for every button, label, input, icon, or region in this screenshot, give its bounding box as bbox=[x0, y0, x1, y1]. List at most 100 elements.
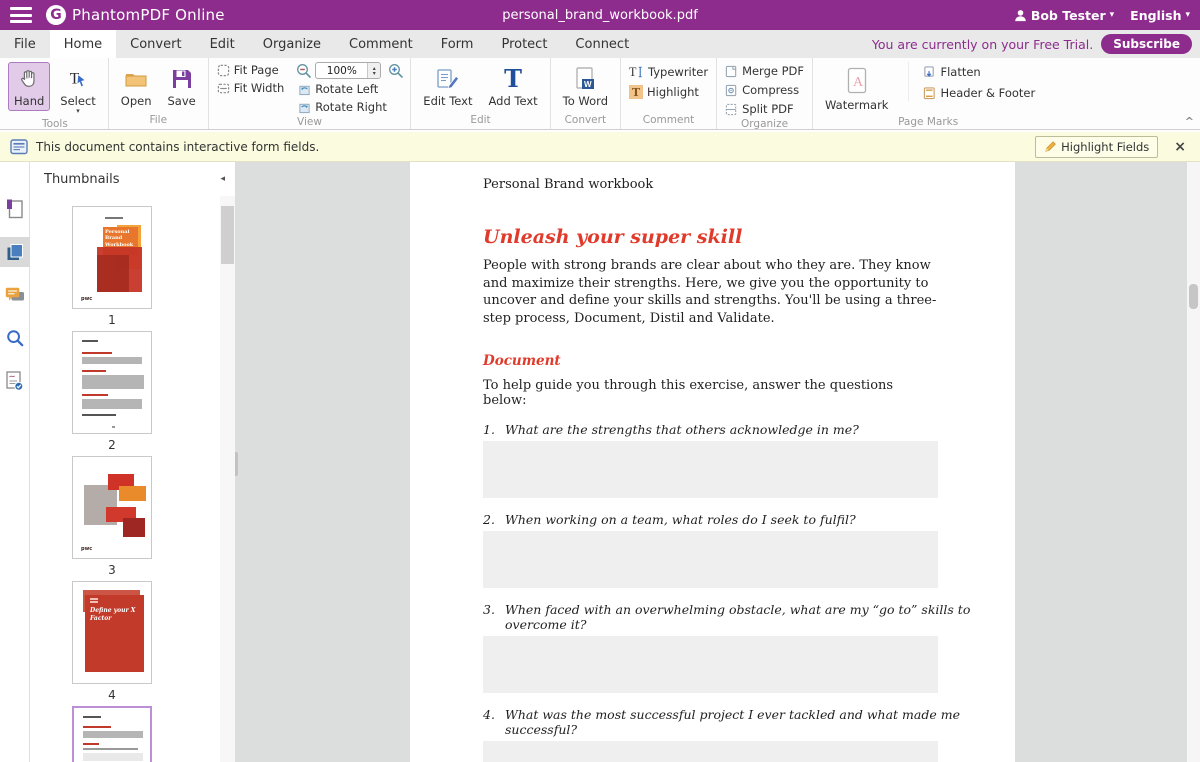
split-pdf-button[interactable]: Split PDF bbox=[723, 101, 806, 117]
zoom-in-icon[interactable] bbox=[388, 63, 404, 79]
flatten-button[interactable]: Flatten bbox=[921, 64, 1037, 80]
zoom-level-select[interactable]: 100% ▴▾ bbox=[315, 62, 381, 79]
tab-organize[interactable]: Organize bbox=[249, 30, 335, 58]
thumbnails-panel-title: Thumbnails bbox=[44, 172, 120, 187]
user-icon bbox=[1014, 9, 1027, 22]
group-label-organize: Organize bbox=[723, 117, 806, 133]
subscribe-button[interactable]: Subscribe bbox=[1101, 34, 1192, 54]
form-field-answer-2[interactable] bbox=[483, 531, 938, 588]
question-2-text: When working on a team, what roles do I … bbox=[505, 512, 856, 527]
user-menu[interactable]: Bob Tester ▾ bbox=[1014, 8, 1114, 23]
tab-home[interactable]: Home bbox=[50, 30, 116, 58]
menu-bar: File Home Convert Edit Organize Comment … bbox=[0, 30, 1200, 58]
section-heading: Document bbox=[483, 353, 940, 369]
thumbnails-panel-button[interactable] bbox=[0, 237, 30, 267]
thumbnail-page-5-image[interactable] bbox=[72, 706, 152, 762]
split-pdf-icon bbox=[725, 103, 738, 116]
form-fields-notification-bar: This document contains interactive form … bbox=[0, 132, 1200, 162]
rotate-right-button[interactable]: Rotate Right bbox=[296, 99, 404, 115]
thumbnail-page-4: Define your X Factor 4 bbox=[72, 581, 152, 706]
highlight-fields-button[interactable]: Highlight Fields bbox=[1035, 136, 1158, 158]
bookmarks-panel-button[interactable] bbox=[0, 194, 30, 224]
compress-button[interactable]: Compress bbox=[723, 82, 806, 98]
thumbnails-scrollbar-thumb[interactable] bbox=[221, 206, 234, 264]
select-dropdown-caret-icon[interactable]: ▾ bbox=[76, 108, 80, 114]
thumbnail-page-5 bbox=[72, 706, 152, 762]
highlight-button[interactable]: T Highlight bbox=[627, 84, 710, 100]
thumbnail-page-1-image[interactable]: Personal Brand Workbook pwc bbox=[72, 206, 152, 309]
document-scrollbar[interactable] bbox=[1187, 162, 1200, 762]
group-comment: T Typewriter T Highlight Comment bbox=[621, 58, 717, 129]
trial-status-text: You are currently on your Free Trial. bbox=[872, 37, 1093, 52]
thumbnail-page-4-number: 4 bbox=[72, 684, 152, 706]
tab-comment[interactable]: Comment bbox=[335, 30, 427, 58]
fit-page-button[interactable]: Fit Page bbox=[215, 62, 287, 78]
zoom-stepper[interactable]: ▴▾ bbox=[367, 63, 380, 78]
hand-icon bbox=[18, 66, 40, 92]
to-word-icon: W bbox=[574, 66, 596, 92]
document-scrollbar-thumb[interactable] bbox=[1189, 284, 1198, 309]
page-header-text: Personal Brand workbook bbox=[483, 177, 940, 192]
save-floppy-icon bbox=[172, 66, 192, 92]
zoom-out-icon[interactable] bbox=[296, 63, 312, 79]
form-field-answer-4[interactable] bbox=[483, 741, 938, 762]
chevron-down-icon: ▾ bbox=[1185, 10, 1190, 20]
thumbnail-page-4-image[interactable]: Define your X Factor bbox=[72, 581, 152, 684]
group-label-page-marks: Page Marks bbox=[819, 115, 1037, 131]
rotate-left-button[interactable]: Rotate Left bbox=[296, 81, 404, 97]
comments-panel-button[interactable] bbox=[0, 280, 30, 310]
open-folder-icon bbox=[124, 66, 148, 92]
notification-message: This document contains interactive form … bbox=[36, 140, 319, 154]
edit-text-button[interactable]: Edit Text bbox=[417, 62, 478, 111]
fit-width-icon bbox=[217, 82, 230, 95]
foxit-logo-icon: G bbox=[46, 5, 66, 25]
tab-convert[interactable]: Convert bbox=[116, 30, 195, 58]
question-3-text: When faced with an overwhelming obstacle… bbox=[505, 602, 1013, 632]
language-menu[interactable]: English ▾ bbox=[1130, 8, 1190, 23]
fit-width-button[interactable]: Fit Width bbox=[215, 80, 287, 96]
signature-panel-button[interactable] bbox=[0, 366, 30, 396]
thumbnail-page-1: Personal Brand Workbook pwc 1 bbox=[72, 206, 152, 331]
tab-edit[interactable]: Edit bbox=[196, 30, 249, 58]
open-button[interactable]: Open bbox=[115, 62, 158, 111]
thumbnail-page-2-image[interactable] bbox=[72, 331, 152, 434]
tab-file[interactable]: File bbox=[0, 30, 50, 58]
to-word-button[interactable]: W To Word bbox=[557, 62, 614, 111]
svg-text:A: A bbox=[853, 75, 864, 90]
question-2-block: 2.When working on a team, what roles do … bbox=[483, 512, 1013, 588]
app-name: PhantomPDF Online bbox=[72, 6, 225, 24]
select-tool-button[interactable]: T Select ▾ bbox=[54, 62, 101, 117]
thumbnail-page-3-image[interactable]: pwc bbox=[72, 456, 152, 559]
header-footer-icon bbox=[923, 87, 936, 100]
thumbnails-icon bbox=[6, 243, 24, 261]
top-bar: G PhantomPDF Online personal_brand_workb… bbox=[0, 0, 1200, 30]
tab-protect[interactable]: Protect bbox=[487, 30, 561, 58]
hamburger-menu-icon[interactable] bbox=[10, 7, 32, 23]
close-icon[interactable]: × bbox=[1170, 139, 1190, 155]
hand-tool-button[interactable]: Hand bbox=[8, 62, 50, 111]
panel-resize-grip[interactable] bbox=[235, 452, 238, 476]
add-text-button[interactable]: T Add Text bbox=[482, 62, 543, 111]
merge-pdf-button[interactable]: Merge PDF bbox=[723, 63, 806, 79]
question-4-text: What was the most successful project I e… bbox=[505, 707, 1013, 737]
form-field-answer-3[interactable] bbox=[483, 636, 938, 693]
thumbnails-scrollbar[interactable] bbox=[220, 196, 235, 762]
language-label: English bbox=[1130, 8, 1181, 23]
svg-text:T: T bbox=[629, 65, 637, 79]
tab-form[interactable]: Form bbox=[427, 30, 488, 58]
chevron-down-icon: ▾ bbox=[1110, 10, 1115, 20]
typewriter-button[interactable]: T Typewriter bbox=[627, 64, 710, 80]
page-heading: Unleash your super skill bbox=[483, 226, 940, 248]
header-footer-button[interactable]: Header & Footer bbox=[921, 85, 1037, 101]
ribbon-collapse-chevron-icon[interactable]: ^ bbox=[1185, 117, 1194, 127]
tab-connect[interactable]: Connect bbox=[561, 30, 643, 58]
group-label-tools: Tools bbox=[8, 117, 102, 133]
bookmark-icon bbox=[6, 199, 24, 219]
watermark-button[interactable]: A Watermark bbox=[819, 62, 894, 115]
group-label-view: View bbox=[215, 115, 405, 131]
comments-icon bbox=[5, 287, 25, 304]
panel-collapse-icon[interactable]: ◂ bbox=[220, 174, 225, 184]
form-field-answer-1[interactable] bbox=[483, 441, 938, 498]
save-button[interactable]: Save bbox=[162, 62, 202, 111]
search-panel-button[interactable] bbox=[0, 323, 30, 353]
